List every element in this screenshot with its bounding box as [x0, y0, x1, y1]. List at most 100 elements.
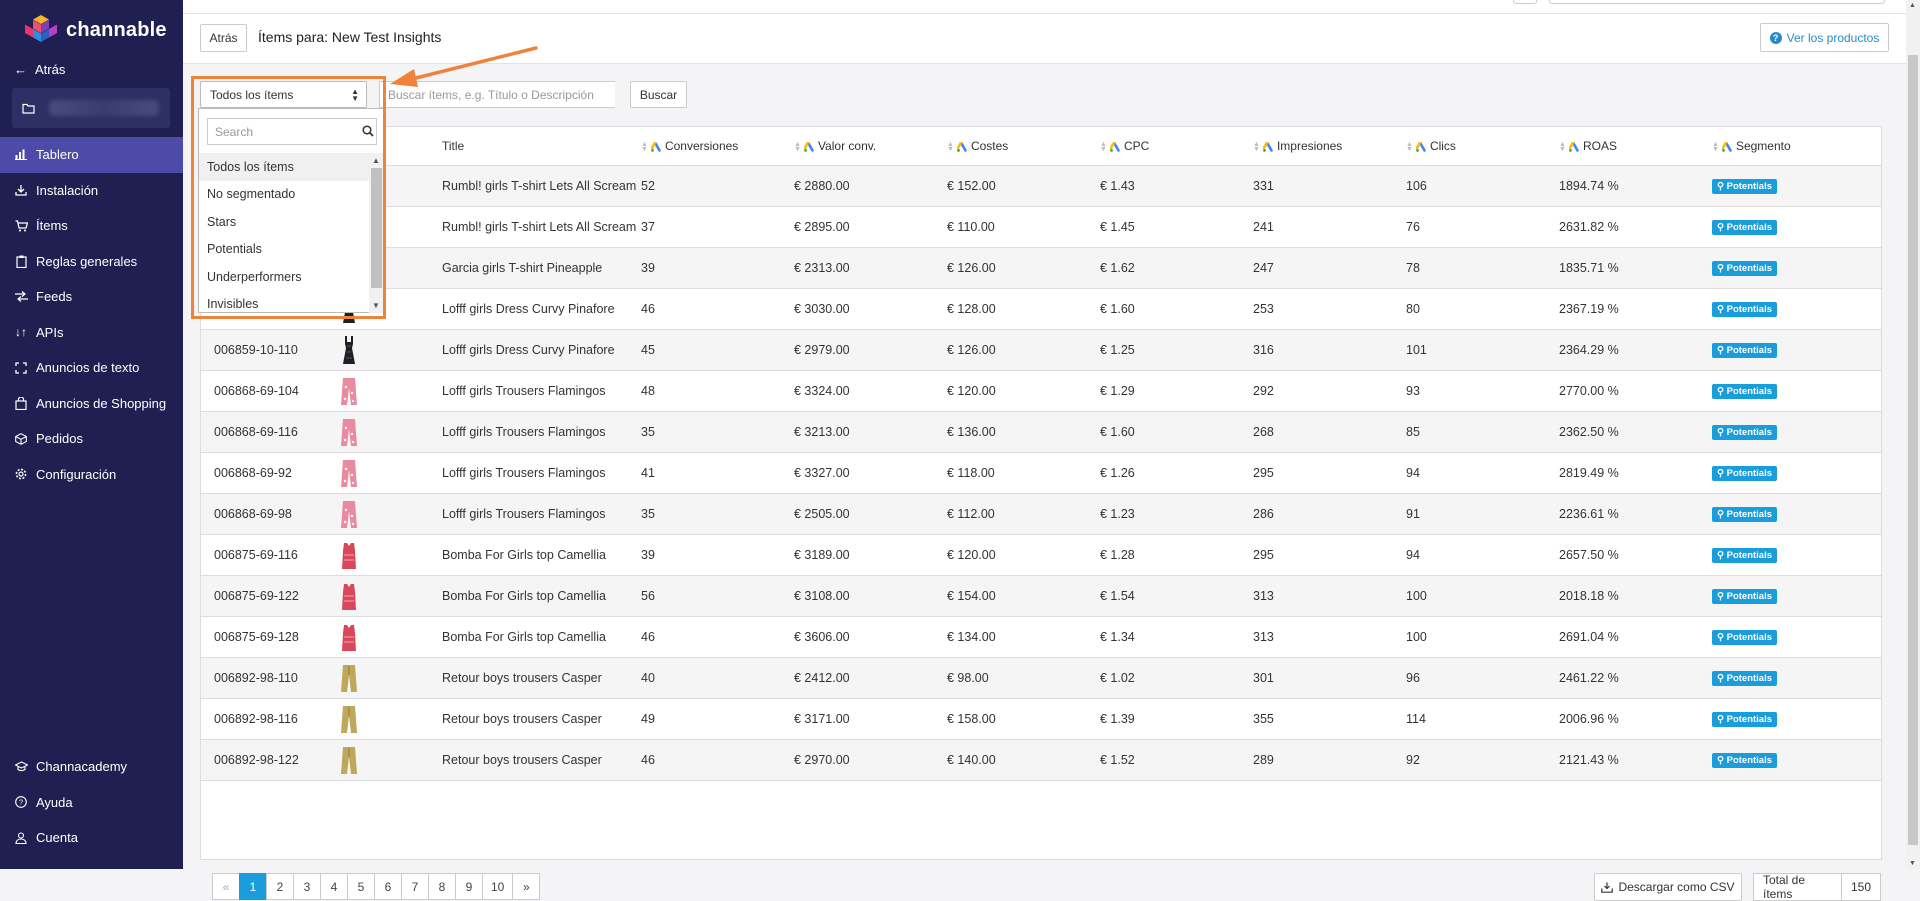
product-thumbnail[interactable] [338, 375, 360, 407]
table-row[interactable]: Rumbl! girls T-shirt Lets All Scream52€ … [201, 165, 1881, 206]
search-button[interactable]: Buscar [630, 81, 687, 108]
product-thumbnail[interactable] [338, 539, 360, 571]
sidebar-item-configuracion[interactable]: Configuración [0, 457, 183, 493]
segment-badge[interactable]: ⚲ Potentials [1712, 466, 1777, 481]
sidebar-item-ayuda[interactable]: ? Ayuda [0, 785, 183, 821]
scroll-up-icon[interactable]: ▲ [372, 156, 380, 165]
segment-badge[interactable]: ⚲ Potentials [1712, 261, 1777, 276]
segment-badge[interactable]: ⚲ Potentials [1712, 384, 1777, 399]
product-thumbnail[interactable] [338, 334, 360, 366]
project-selector[interactable] [12, 88, 170, 128]
table-row[interactable]: Rumbl! girls T-shirt Lets All Scream37€ … [201, 206, 1881, 247]
table-row[interactable]: 006892-98-110Retour boys trousers Casper… [201, 657, 1881, 698]
table-row[interactable]: 006859-10-110Lofff girls Dress Curvy Pin… [201, 329, 1881, 370]
dropdown-scrollbar[interactable]: ▲ ▼ [369, 153, 384, 313]
channable-logo[interactable]: channable [24, 14, 167, 46]
scroll-down-icon[interactable]: ▼ [1909, 860, 1916, 867]
column-header-segmento[interactable]: ▲▼Segmento [1712, 127, 1881, 165]
segment-badge[interactable]: ⚲ Potentials [1712, 507, 1777, 522]
column-header-title[interactable]: Title [442, 127, 641, 165]
pagination-page[interactable]: 9 [455, 873, 483, 900]
pagination-page[interactable]: 10 [482, 873, 513, 900]
dropdown-option[interactable]: Underperformers [199, 263, 369, 291]
segment-badge[interactable]: ⚲ Potentials [1712, 425, 1777, 440]
pagination-page[interactable]: 3 [293, 873, 321, 900]
segment-badge[interactable]: ⚲ Potentials [1712, 302, 1777, 317]
sidebar-back-link[interactable]: ← Atrás [14, 62, 65, 77]
table-row[interactable]: 006892-98-122Retour boys trousers Casper… [201, 739, 1881, 780]
table-row[interactable]: 006892-98-116Retour boys trousers Casper… [201, 698, 1881, 739]
column-header-costes[interactable]: ▲▼Costes [947, 127, 1100, 165]
segment-badge[interactable]: ⚲ Potentials [1712, 343, 1777, 358]
sidebar-item-instalacion[interactable]: Instalación [0, 173, 183, 209]
segment-filter-select[interactable]: Todos los ítems ▲▼ [200, 81, 367, 108]
sidebar-item-apis[interactable]: ↓↑ APIs [0, 315, 183, 351]
scroll-down-icon[interactable]: ▼ [372, 301, 380, 310]
segment-badge[interactable]: ⚲ Potentials [1712, 589, 1777, 604]
product-thumbnail[interactable] [338, 498, 360, 530]
product-thumbnail[interactable] [338, 621, 360, 653]
scroll-up-icon[interactable]: ▲ [1909, 2, 1916, 9]
dropdown-option[interactable]: Potentials [199, 236, 369, 264]
table-row[interactable]: 006868-69-98Lofff girls Trousers Flaming… [201, 493, 1881, 534]
table-row[interactable]: 006868-69-116Lofff girls Trousers Flamin… [201, 411, 1881, 452]
product-thumbnail[interactable] [338, 580, 360, 612]
dropdown-option[interactable]: Stars [199, 208, 369, 236]
column-header-clics[interactable]: ▲▼Clics [1406, 127, 1559, 165]
product-thumbnail[interactable] [338, 416, 360, 448]
top-toolbar-button[interactable] [1513, 0, 1537, 4]
view-products-button[interactable]: ? Ver los productos [1760, 23, 1889, 52]
download-csv-button[interactable]: Descargar como CSV [1594, 873, 1742, 901]
dropdown-option[interactable]: Invisibles [199, 291, 369, 319]
sidebar-item-feeds[interactable]: Feeds [0, 279, 183, 315]
dropdown-option[interactable]: Todos los ítems [199, 153, 369, 181]
pagination-page[interactable]: 2 [266, 873, 294, 900]
table-row[interactable]: 006868-69-104Lofff girls Trousers Flamin… [201, 370, 1881, 411]
column-header-valor-conv[interactable]: ▲▼Valor conv. [794, 127, 947, 165]
sidebar-item-cuenta[interactable]: Cuenta [0, 820, 183, 856]
pagination-page[interactable]: 7 [401, 873, 429, 900]
pagination-page[interactable]: 6 [374, 873, 402, 900]
segment-badge[interactable]: ⚲ Potentials [1712, 220, 1777, 235]
sidebar-item-reglas-generales[interactable]: Reglas generales [0, 244, 183, 280]
table-row[interactable]: Garcia girls T-shirt Pineapple39€ 2313.0… [201, 247, 1881, 288]
segment-badge[interactable]: ⚲ Potentials [1712, 179, 1777, 194]
product-thumbnail[interactable] [338, 703, 360, 735]
sidebar-item-channacademy[interactable]: Channacademy [0, 749, 183, 785]
pagination-page[interactable]: 1 [239, 873, 267, 900]
segment-badge[interactable]: ⚲ Potentials [1712, 753, 1777, 768]
sidebar-item-items[interactable]: Ítems [0, 208, 183, 244]
pagination-prev[interactable]: « [212, 873, 240, 900]
segment-badge[interactable]: ⚲ Potentials [1712, 630, 1777, 645]
sidebar-item-pedidos[interactable]: Pedidos [0, 421, 183, 457]
column-header-roas[interactable]: ▲▼ROAS [1559, 127, 1712, 165]
segment-badge[interactable]: ⚲ Potentials [1712, 671, 1777, 686]
column-header-cpc[interactable]: ▲▼CPC [1100, 127, 1253, 165]
segment-badge[interactable]: ⚲ Potentials [1712, 548, 1777, 563]
page-scrollbar[interactable]: ▲ ▼ [1906, 0, 1920, 869]
segment-badge[interactable]: ⚲ Potentials [1712, 712, 1777, 727]
product-thumbnail[interactable] [338, 744, 360, 776]
sidebar-item-tablero[interactable]: Tablero [0, 137, 183, 173]
top-toolbar-input[interactable] [1549, 0, 1885, 4]
table-row[interactable]: 006868-69-92Lofff girls Trousers Flaming… [201, 452, 1881, 493]
back-button[interactable]: Atrás [200, 24, 247, 52]
pagination-next[interactable]: » [512, 873, 540, 900]
column-header-impresiones[interactable]: ▲▼Impresiones [1253, 127, 1406, 165]
sidebar-item-anuncios-de-texto[interactable]: Anuncios de texto [0, 350, 183, 386]
column-header-conversiones[interactable]: ▲▼Conversiones [641, 127, 794, 165]
product-thumbnail[interactable] [338, 457, 360, 489]
table-row[interactable]: 006875-69-122Bomba For Girls top Camelli… [201, 575, 1881, 616]
product-thumbnail[interactable] [338, 662, 360, 694]
table-row[interactable]: 006875-69-116Bomba For Girls top Camelli… [201, 534, 1881, 575]
pagination-page[interactable]: 4 [320, 873, 348, 900]
table-row[interactable]: Lofff girls Dress Curvy Pinafore46€ 3030… [201, 288, 1881, 329]
page-scrollbar-thumb[interactable] [1908, 55, 1918, 845]
table-row[interactable]: 006875-69-128Bomba For Girls top Camelli… [201, 616, 1881, 657]
pagination-page[interactable]: 8 [428, 873, 456, 900]
scrollbar-thumb[interactable] [371, 168, 382, 288]
pagination-page[interactable]: 5 [347, 873, 375, 900]
dropdown-option[interactable]: No segmentado [199, 181, 369, 209]
sidebar-item-anuncios-de-shopping[interactable]: Anuncios de Shopping [0, 386, 183, 422]
dropdown-search-input[interactable] [207, 118, 377, 145]
